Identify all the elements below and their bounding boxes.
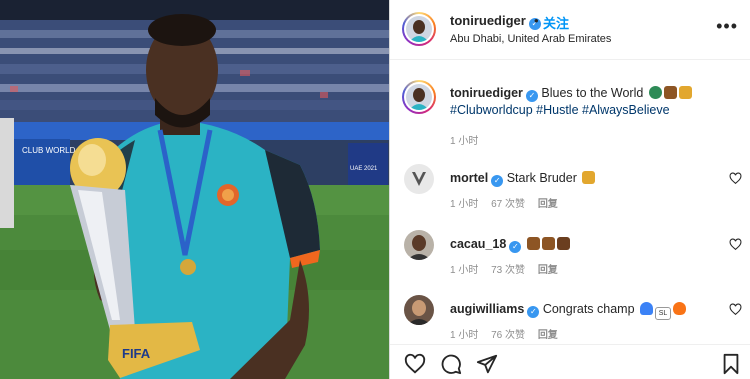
comment-likes[interactable]: 67 次赞 bbox=[491, 199, 525, 210]
comment-text-block: augiwilliams ✓ Congrats champ SL bbox=[450, 302, 687, 320]
sl-emoji-icon: SL bbox=[655, 307, 672, 320]
like-icon[interactable] bbox=[404, 353, 426, 375]
praying-hands-emoji-icon bbox=[541, 237, 555, 250]
player-with-trophy-image: CLUB WORLD CUP UAE 2021 FIFA bbox=[0, 0, 389, 379]
author-username[interactable]: toniruediger ✓ bbox=[450, 13, 541, 30]
trophy-emoji-icon bbox=[582, 171, 596, 184]
caption-author-avatar[interactable] bbox=[402, 80, 436, 114]
reply-button[interactable]: 回复 bbox=[538, 330, 558, 341]
trophy-fifa-text: FIFA bbox=[122, 346, 151, 361]
blue-heart-emoji-icon bbox=[640, 302, 654, 315]
post-action-bar bbox=[390, 344, 750, 379]
post-photo[interactable]: CLUB WORLD CUP UAE 2021 FIFA bbox=[0, 0, 389, 379]
caption-timestamp: 1 小时 bbox=[450, 136, 479, 147]
caption-username[interactable]: toniruediger bbox=[450, 86, 523, 100]
comment-time: 1 小时 bbox=[450, 330, 479, 341]
reply-button[interactable]: 回复 bbox=[538, 199, 558, 210]
post-header: toniruediger ✓ • 关注 Abu Dhabi, United Ara… bbox=[390, 0, 750, 60]
cacau-avatar-image bbox=[404, 230, 434, 260]
caption-author-avatar-image bbox=[406, 84, 432, 110]
trophy-emoji-icon bbox=[678, 86, 692, 99]
comment-text-block: mortel ✓ Stark Bruder bbox=[450, 171, 596, 187]
banner-text: UAE 2021 bbox=[350, 166, 378, 172]
comment-likes[interactable]: 73 次赞 bbox=[491, 265, 525, 276]
comment-likes[interactable]: 76 次赞 bbox=[491, 330, 525, 341]
comment-meta: 1 小时 73 次赞 回复 bbox=[450, 261, 568, 276]
fire-emoji-icon bbox=[673, 302, 687, 315]
comment-avatar[interactable] bbox=[404, 230, 434, 260]
comment-text-block: cacau_18 ✓ bbox=[450, 237, 570, 253]
author-avatar-image bbox=[406, 16, 432, 42]
comment-text: Stark Bruder bbox=[506, 171, 577, 185]
verified-badge-icon: ✓ bbox=[527, 306, 540, 318]
comment-like-heart-icon[interactable] bbox=[729, 172, 742, 185]
comment-username[interactable]: cacau_18 bbox=[450, 237, 506, 251]
comment-item: augiwilliams ✓ Congrats champ SL 1 小时 76 … bbox=[390, 295, 750, 350]
globe-emoji-icon bbox=[648, 86, 662, 99]
fist-emoji-icon bbox=[556, 237, 570, 250]
praying-hands-emoji-icon bbox=[526, 237, 540, 250]
praying-hands-emoji-icon bbox=[663, 86, 677, 99]
save-icon[interactable] bbox=[720, 353, 742, 375]
verified-badge-icon: ✓ bbox=[525, 90, 538, 102]
comment-avatar[interactable] bbox=[404, 295, 434, 325]
caption-hashtags[interactable]: #Clubworldcup #Hustle #AlwaysBelieve bbox=[450, 103, 670, 117]
comment-like-heart-icon[interactable] bbox=[729, 303, 742, 316]
reply-button[interactable]: 回复 bbox=[538, 265, 558, 276]
post-detail-panel: toniruediger ✓ • 关注 Abu Dhabi, United Ara… bbox=[390, 0, 750, 379]
comment-item: cacau_18 ✓ 1 小时 73 次赞 回复 bbox=[390, 230, 750, 285]
verified-badge-icon: ✓ bbox=[491, 175, 504, 187]
post-location[interactable]: Abu Dhabi, United Arab Emirates bbox=[450, 33, 611, 45]
comment-meta: 1 小时 67 次赞 回复 bbox=[450, 195, 568, 210]
comment-avatar[interactable] bbox=[404, 164, 434, 194]
augiwilliams-avatar-image bbox=[404, 295, 434, 325]
comment-meta: 1 小时 76 次赞 回复 bbox=[450, 326, 568, 341]
comment-text: Congrats champ bbox=[542, 302, 635, 316]
follow-button[interactable]: 关注 bbox=[543, 13, 569, 32]
separator-dot: • bbox=[534, 13, 539, 28]
author-username-text[interactable]: toniruediger bbox=[450, 13, 526, 28]
comment-item: mortel ✓ Stark Bruder 1 小时 67 次赞 回复 bbox=[390, 164, 750, 219]
comment-username[interactable]: augiwilliams bbox=[450, 302, 524, 316]
more-options-icon[interactable]: ••• bbox=[716, 17, 738, 35]
mortel-avatar-image bbox=[404, 164, 434, 194]
comment-time: 1 小时 bbox=[450, 265, 479, 276]
author-avatar[interactable] bbox=[402, 12, 436, 46]
caption-text-block: toniruediger ✓ Blues to the World #Clubwo… bbox=[450, 85, 720, 118]
comment-icon[interactable] bbox=[440, 353, 462, 375]
comment-time: 1 小时 bbox=[450, 199, 479, 210]
share-icon[interactable] bbox=[476, 353, 498, 375]
comment-like-heart-icon[interactable] bbox=[729, 238, 742, 251]
caption-text: Blues to the World bbox=[541, 86, 644, 100]
comment-username[interactable]: mortel bbox=[450, 171, 488, 185]
verified-badge-icon: ✓ bbox=[509, 241, 522, 253]
